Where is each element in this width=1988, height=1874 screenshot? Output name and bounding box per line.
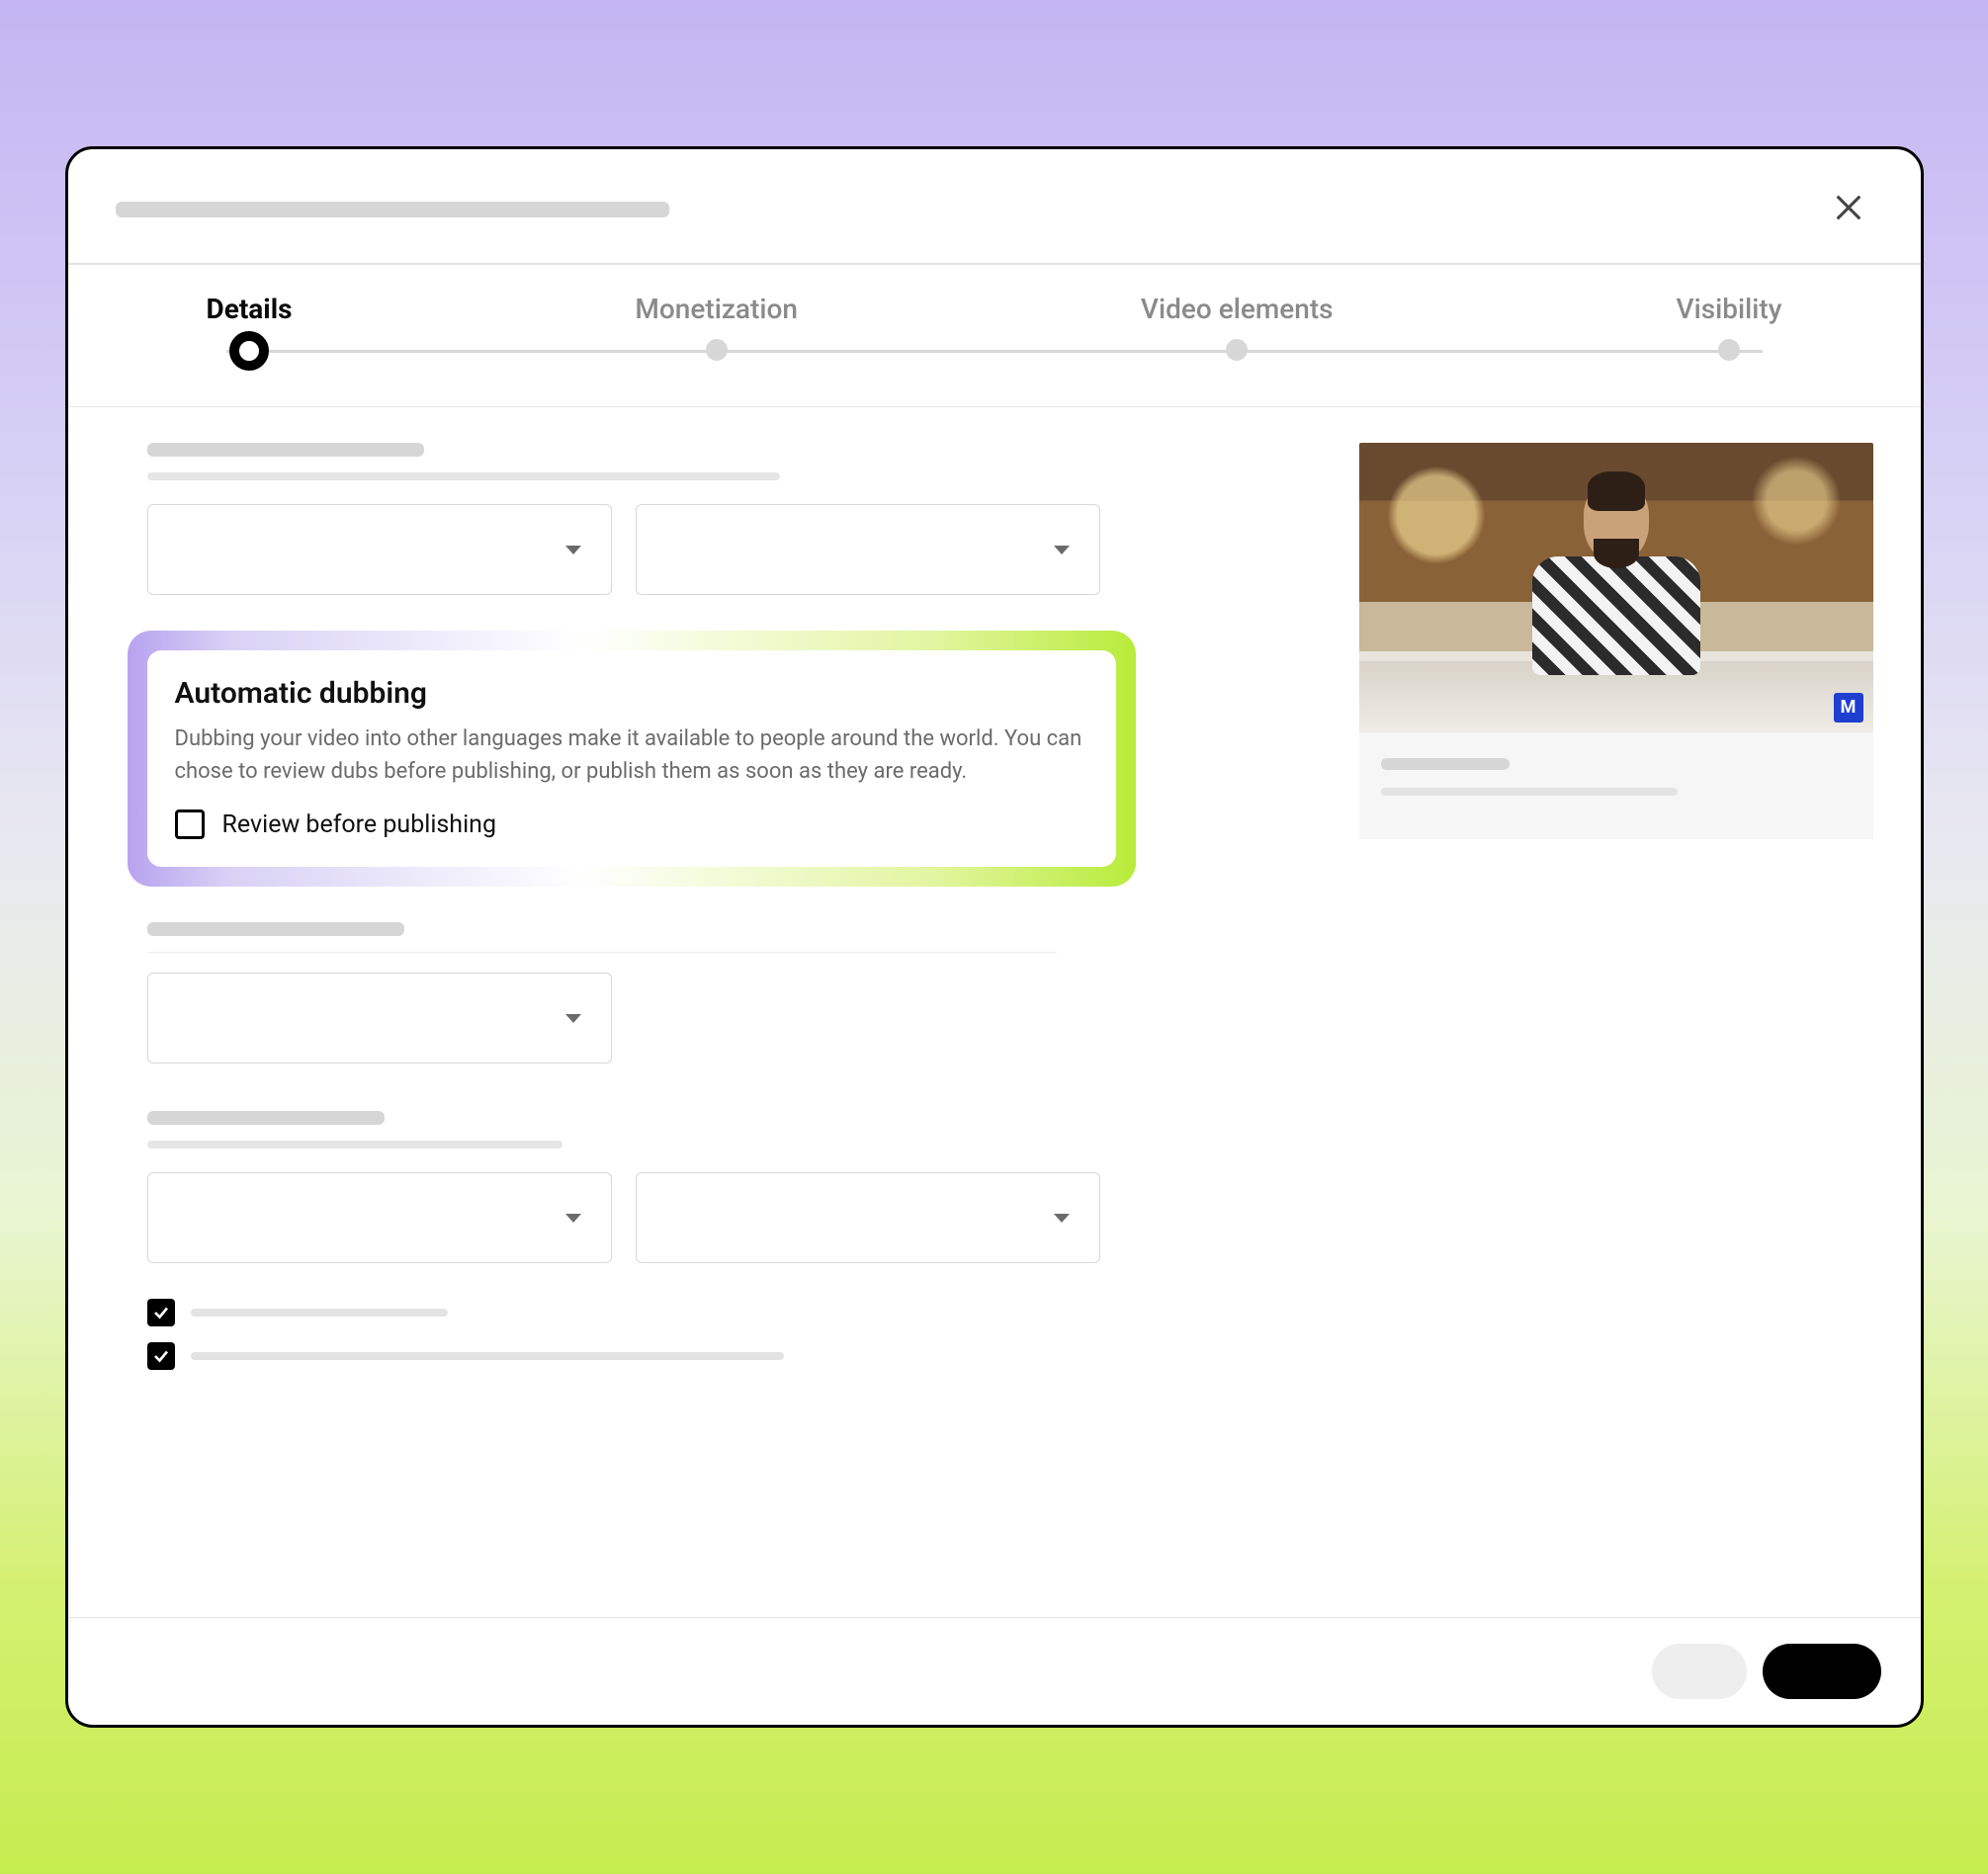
section-title-placeholder (147, 1111, 385, 1125)
automatic-dubbing-card: Automatic dubbing Dubbing your video int… (147, 650, 1116, 867)
option-checkbox-row (147, 1299, 1312, 1326)
review-before-publishing-row: Review before publishing (175, 809, 1088, 839)
preview-column: M (1359, 443, 1873, 1593)
section-title-placeholder (147, 922, 404, 936)
dropdown-field[interactable] (147, 973, 612, 1064)
dropdown-field[interactable] (147, 504, 612, 595)
chevron-down-icon (565, 1214, 581, 1223)
step-dot-icon (1226, 339, 1248, 361)
step-details[interactable]: Details (207, 293, 293, 371)
section-title-placeholder (147, 443, 424, 457)
option-checkbox[interactable] (147, 1299, 175, 1326)
dialog-title-placeholder (116, 202, 669, 217)
checkbox-label: Review before publishing (222, 810, 497, 839)
next-button[interactable] (1763, 1644, 1881, 1699)
option-checkbox[interactable] (147, 1342, 175, 1370)
select-row (147, 1172, 1312, 1263)
meta-line-placeholder (1381, 758, 1510, 770)
section-subtitle-placeholder (147, 1141, 562, 1149)
thumbnail-badge: M (1834, 693, 1863, 723)
chevron-down-icon (1054, 546, 1070, 554)
dialog-footer (68, 1617, 1921, 1725)
back-button[interactable] (1652, 1644, 1747, 1699)
card-title: Automatic dubbing (175, 676, 1088, 711)
step-monetization[interactable]: Monetization (635, 293, 798, 371)
divider (147, 952, 1057, 953)
check-icon (152, 1304, 170, 1321)
review-before-publishing-checkbox[interactable] (175, 809, 205, 839)
card-description: Dubbing your video into other languages … (175, 723, 1084, 788)
close-icon (1832, 191, 1865, 224)
step-label: Visibility (1677, 293, 1782, 325)
check-icon (152, 1347, 170, 1365)
step-dot-icon (229, 331, 269, 371)
dropdown-field[interactable] (147, 1172, 612, 1263)
close-button[interactable] (1824, 183, 1873, 235)
meta-line-placeholder (1381, 788, 1678, 796)
automatic-dubbing-highlight: Automatic dubbing Dubbing your video int… (128, 631, 1136, 887)
dialog-header (68, 149, 1921, 235)
form-column: Automatic dubbing Dubbing your video int… (147, 443, 1312, 1593)
dropdown-field[interactable] (636, 504, 1100, 595)
chevron-down-icon (565, 1014, 581, 1023)
step-dot-icon (706, 339, 728, 361)
preview-meta (1359, 732, 1873, 839)
select-row (147, 504, 1312, 595)
stepper: Details Monetization Video elements Visi… (68, 265, 1921, 406)
option-label-placeholder (191, 1309, 448, 1317)
dialog-body: Automatic dubbing Dubbing your video int… (68, 407, 1921, 1617)
step-dot-icon (1718, 339, 1740, 361)
select-row (147, 973, 1312, 1064)
upload-dialog: Details Monetization Video elements Visi… (65, 146, 1924, 1728)
chevron-down-icon (565, 546, 581, 554)
step-label: Video elements (1141, 293, 1334, 325)
video-thumbnail[interactable]: M (1359, 443, 1873, 732)
option-label-placeholder (191, 1352, 784, 1360)
step-visibility[interactable]: Visibility (1677, 293, 1782, 371)
dropdown-field[interactable] (636, 1172, 1100, 1263)
step-label: Monetization (635, 293, 798, 325)
section-subtitle-placeholder (147, 472, 780, 480)
option-checkbox-row (147, 1342, 1312, 1370)
step-label: Details (207, 293, 293, 325)
chevron-down-icon (1054, 1214, 1070, 1223)
step-video-elements[interactable]: Video elements (1141, 293, 1334, 371)
